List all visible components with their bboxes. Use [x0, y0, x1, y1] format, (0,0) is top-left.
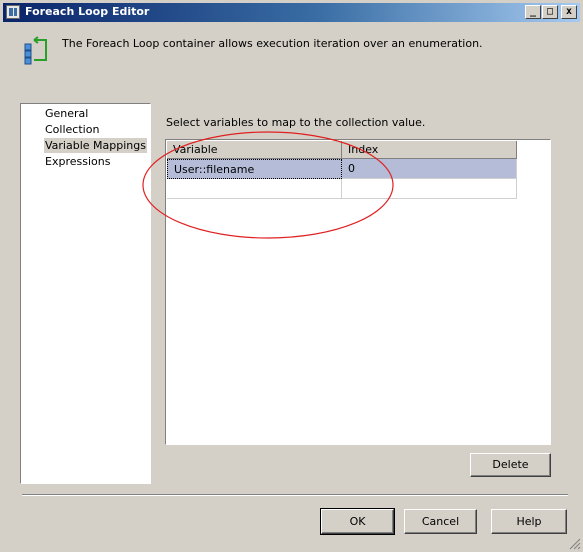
cell-variable[interactable]: User::filename — [167, 159, 342, 179]
cell-index-new[interactable] — [342, 179, 517, 199]
column-header-index[interactable]: Index — [342, 141, 517, 159]
close-button[interactable]: x — [561, 5, 577, 19]
mappings-instruction: Select variables to map to the collectio… — [166, 116, 426, 129]
window-title: Foreach Loop Editor — [25, 5, 150, 18]
minimize-button[interactable]: _ — [525, 5, 541, 19]
nav-item-general[interactable]: General — [44, 106, 89, 121]
help-button[interactable]: Help — [491, 509, 567, 534]
foreach-loop-editor-window: Foreach Loop Editor _ □ x The Foreach Lo… — [0, 0, 583, 552]
app-icon — [6, 5, 20, 19]
cancel-button[interactable]: Cancel — [404, 509, 477, 534]
page-navigation: General Collection Variable Mappings Exp… — [20, 103, 151, 484]
column-header-variable[interactable]: Variable — [167, 141, 342, 159]
cell-variable-new[interactable] — [167, 179, 342, 199]
cell-index[interactable]: 0 — [342, 159, 517, 179]
editor-description: The Foreach Loop container allows execut… — [62, 37, 483, 50]
foreach-loop-icon — [20, 36, 52, 68]
ok-button[interactable]: OK — [320, 508, 395, 535]
delete-button[interactable]: Delete — [470, 453, 551, 477]
nav-item-variable-mappings[interactable]: Variable Mappings — [44, 138, 147, 153]
maximize-button[interactable]: □ — [542, 5, 558, 19]
resize-grip-icon[interactable] — [569, 538, 581, 550]
variable-mappings-grid[interactable]: Variable Index User::filename 0 — [165, 139, 551, 445]
nav-item-expressions[interactable]: Expressions — [44, 154, 111, 169]
nav-item-collection[interactable]: Collection — [44, 122, 100, 137]
footer-divider — [22, 494, 568, 496]
title-bar[interactable]: Foreach Loop Editor _ □ x — [3, 3, 580, 22]
